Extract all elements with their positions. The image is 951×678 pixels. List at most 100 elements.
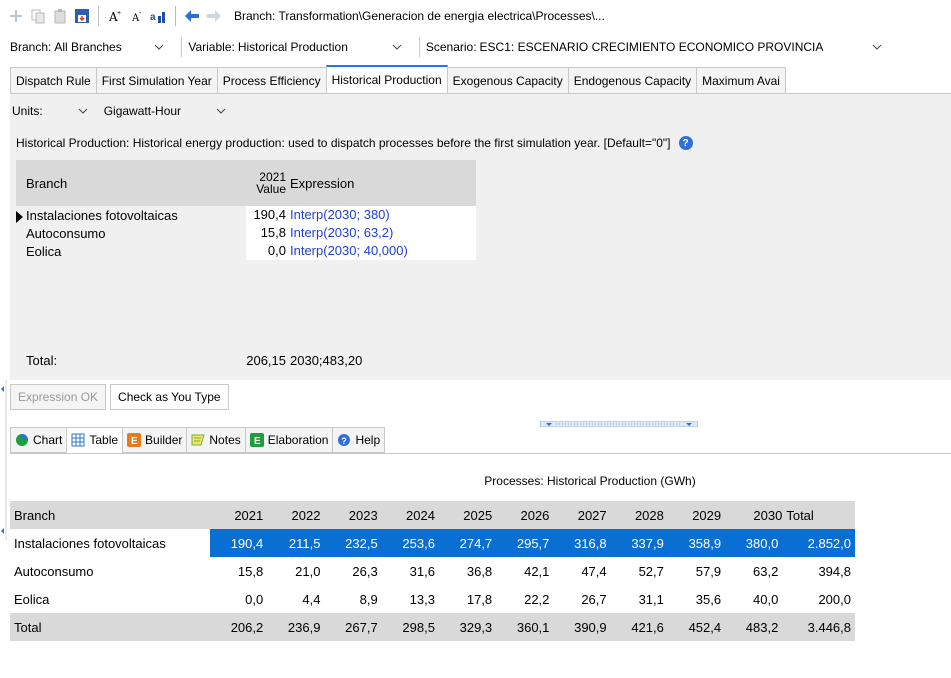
- horizontal-splitter-handle[interactable]: [539, 416, 699, 428]
- table-row[interactable]: Eolica 0,0 4,4 8,9 13,3 17,8 22,2 26,7 3…: [10, 585, 855, 613]
- expression-panel: Units: Gigawatt-Hour Historical Producti…: [10, 93, 951, 380]
- selector-separator: [418, 37, 420, 57]
- table-title: Processes: Historical Production (GWh): [10, 474, 750, 488]
- branch-dropdown[interactable]: All Branches: [51, 36, 172, 58]
- table-cell: 31,6: [409, 563, 435, 579]
- current-row-marker-icon: [16, 210, 23, 223]
- expression-cell[interactable]: Interp(2030; 40,000): [286, 242, 476, 260]
- table-row[interactable]: Instalaciones fotovoltaicas 190,4 211,5 …: [10, 529, 855, 557]
- value-cell: 15,8: [246, 224, 286, 242]
- expression-row[interactable]: Instalaciones fotovoltaicas 190,4 Interp…: [16, 206, 476, 224]
- table-cell: 22,2: [524, 591, 550, 607]
- font-decrease-icon[interactable]: A-: [127, 6, 147, 26]
- tab-chart[interactable]: Chart: [10, 427, 68, 453]
- units-scale-dropdown[interactable]: [45, 100, 95, 122]
- table-grid-icon: [70, 432, 86, 448]
- back-arrow-icon[interactable]: [182, 6, 202, 26]
- paste-icon[interactable]: [50, 6, 70, 26]
- tab-maximum-availability[interactable]: Maximum Avai: [696, 67, 786, 93]
- expression-row[interactable]: Autoconsumo 15,8 Interp(2030; 63,2): [16, 224, 476, 242]
- chevron-down-icon: [76, 104, 90, 118]
- tab-exogenous-capacity[interactable]: Exogenous Capacity: [446, 67, 569, 93]
- description-text: Historical Production: Historical energy…: [16, 136, 671, 150]
- col-header-year[interactable]: 2024: [381, 501, 439, 529]
- col-header-year[interactable]: 2027: [553, 501, 611, 529]
- table-title-text: Processes: Historical Production (GWh): [484, 474, 696, 488]
- col-header-year[interactable]: 2029: [667, 501, 726, 529]
- col-header-branch[interactable]: Branch: [10, 501, 210, 529]
- scenario-label: Scenario:: [425, 40, 477, 54]
- col-header-year[interactable]: 2030: [725, 501, 783, 529]
- table-cell: 295,7: [496, 529, 554, 557]
- tab-label: Elaboration: [267, 433, 329, 447]
- results-table: Branch 2021 2022 2023 2024 2025 2026 202…: [10, 501, 855, 641]
- svg-text:+: +: [117, 10, 121, 17]
- tab-builder[interactable]: E Builder: [122, 427, 188, 453]
- units-row: Units: Gigawatt-Hour: [12, 100, 239, 122]
- tab-endogenous-capacity[interactable]: Endogenous Capacity: [567, 67, 698, 93]
- expression-total-row: Total: 206,15 2030;483,20: [16, 353, 476, 368]
- results-table-panel: Processes: Historical Production (GWh) B…: [10, 453, 951, 678]
- col-header-year[interactable]: 2028: [610, 501, 668, 529]
- add-branch-icon[interactable]: [6, 6, 26, 26]
- expression-row[interactable]: Eolica 0,0 Interp(2030; 40,000): [16, 242, 476, 260]
- variable-label: Variable:: [188, 40, 235, 54]
- save-data-icon[interactable]: [72, 6, 92, 26]
- expression-cell[interactable]: Interp(2030; 63,2): [286, 224, 476, 242]
- table-cell: 190,4: [210, 529, 268, 557]
- svg-text:a: a: [150, 12, 156, 23]
- col-header-year[interactable]: 2026: [496, 501, 554, 529]
- tab-label: Builder: [145, 433, 183, 447]
- sort-icon[interactable]: a: [149, 6, 169, 26]
- table-cell: 4,4: [302, 591, 321, 607]
- font-increase-icon[interactable]: A +: [105, 6, 125, 26]
- panel-splitter-left[interactable]: [0, 380, 8, 540]
- col-header-total[interactable]: Total: [782, 501, 855, 529]
- variable-dropdown-value: Historical Production: [237, 40, 348, 54]
- table-row[interactable]: Autoconsumo 15,8 21,0 26,3 31,6 36,8 42,…: [10, 557, 855, 585]
- col-header-year[interactable]: 2025: [438, 501, 497, 529]
- check-as-you-type-button[interactable]: Check as You Type: [110, 384, 229, 410]
- tab-notes[interactable]: Notes: [186, 427, 246, 453]
- tab-label: Notes: [209, 433, 241, 447]
- table-cell: 232,5: [324, 529, 382, 557]
- units-dropdown[interactable]: Gigawatt-Hour: [101, 100, 233, 122]
- row-branch-name: Eolica: [14, 591, 50, 607]
- svg-text:E: E: [131, 436, 138, 447]
- col-header-year[interactable]: 2023: [324, 501, 382, 529]
- col-header-year[interactable]: 2021: [210, 501, 268, 529]
- tab-first-simulation-year[interactable]: First Simulation Year: [95, 67, 218, 93]
- chevron-down-icon: [152, 40, 166, 54]
- variable-dropdown[interactable]: Historical Production: [234, 36, 409, 58]
- forward-arrow-icon[interactable]: [204, 6, 224, 26]
- tab-historical-production[interactable]: Historical Production: [325, 65, 448, 93]
- tab-help[interactable]: ? Help: [332, 427, 386, 453]
- table-cell: 15,8: [237, 563, 264, 579]
- tab-elaboration[interactable]: E Elaboration: [244, 427, 334, 453]
- notes-icon: [190, 432, 206, 448]
- toolbar-separator: [98, 6, 99, 26]
- table-cell: 35,6: [695, 591, 722, 607]
- branch-cell: Eolica: [16, 243, 246, 259]
- toolbar-separator: [175, 6, 176, 26]
- table-cell: 298,5: [381, 613, 439, 641]
- help-icon: ?: [336, 432, 352, 448]
- col-header-year[interactable]: 2022: [267, 501, 325, 529]
- table-cell: 452,4: [667, 613, 726, 641]
- copy-icon[interactable]: [28, 6, 48, 26]
- chevron-down-icon: [214, 104, 228, 118]
- tab-process-efficiency[interactable]: Process Efficiency: [216, 67, 327, 93]
- table-cell: 236,9: [267, 613, 325, 641]
- expression-cell[interactable]: Interp(2030; 380): [286, 206, 476, 224]
- help-icon[interactable]: ?: [678, 136, 693, 150]
- tab-dispatch-rule[interactable]: Dispatch Rule: [10, 67, 97, 93]
- table-cell: 31,1: [638, 591, 664, 607]
- tab-table[interactable]: Table: [66, 427, 124, 453]
- builder-icon: E: [126, 432, 142, 448]
- col-value-header: 2021 Value: [246, 160, 286, 206]
- table-total-row[interactable]: Total 206,2 236,9 267,7 298,5 329,3 360,…: [10, 613, 855, 641]
- scenario-dropdown[interactable]: ESC1: ESCENARIO CRECIMIENTO ECONOMICO PR…: [476, 36, 889, 58]
- table-cell: 40,0: [753, 591, 779, 607]
- total-row-label: Total: [10, 613, 210, 641]
- value-cell: 0,0: [246, 242, 286, 260]
